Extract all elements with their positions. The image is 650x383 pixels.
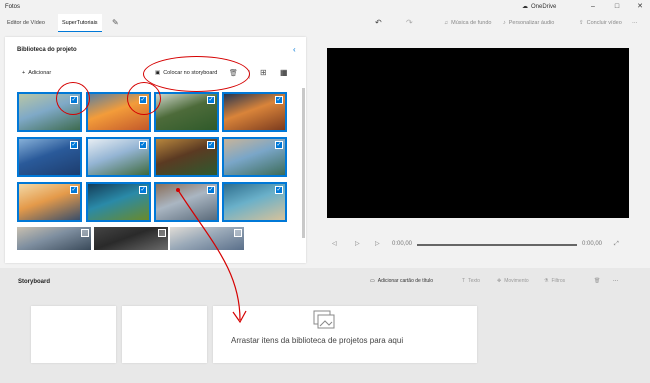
thumbnail-checkbox[interactable]: ✓ [139,141,147,149]
annotation-circle [127,82,161,115]
storyboard-slot[interactable] [31,306,116,363]
storyboard-title: Storyboard [18,279,51,285]
tab-project[interactable]: SuperTutoriais [58,14,102,32]
text-icon: T [462,278,466,284]
media-thumbnail[interactable]: ✓ [86,137,151,177]
library-title: Biblioteca do projeto [17,47,77,53]
add-label: Adicionar [28,70,52,76]
thumbnail-checkbox[interactable]: ✓ [70,141,78,149]
motion-icon: ✥ [497,278,502,284]
motion-button[interactable]: ✥ Movimento [497,278,529,284]
total-time: 0:00,00 [582,241,603,247]
rename-pencil-icon[interactable]: ✎ [112,14,119,32]
media-thumbnail[interactable]: ✓ [222,92,287,132]
filters-label: Filtros [551,278,566,284]
play-icon[interactable]: ▷ [355,238,360,250]
background-music-button[interactable]: ♫ Música de fundo [444,14,491,32]
annotation-arrow [176,188,247,324]
music-note-icon: ♫ [444,20,449,26]
tab-video-editor[interactable]: Editor de Vídeo [3,14,49,32]
title-card-icon: ▭ [370,278,375,284]
redo-icon[interactable]: ↷ [406,14,413,32]
text-button[interactable]: T Texto [462,278,480,284]
thumbnail-checkbox[interactable]: ✓ [275,186,283,194]
media-thumbnail[interactable]: ✓ [17,137,82,177]
add-button[interactable]: + Adicionar [22,70,51,76]
motion-label: Movimento [504,278,529,284]
add-title-card-button[interactable]: ▭ Adicionar cartão de título [370,278,433,284]
thumbnail-checkbox[interactable] [81,229,89,237]
annotation-circle [143,56,250,92]
app-title: Fotos [5,4,21,10]
thumbnail-checkbox[interactable]: ✓ [70,186,78,194]
media-thumbnail[interactable]: ✓ [17,182,82,222]
maximize-button[interactable]: □ [610,0,624,14]
library-scrollbar[interactable] [302,88,305,238]
collapse-panel-chevron-icon[interactable]: ‹ [293,45,296,54]
filters-icon: ⚗ [544,278,549,284]
storyboard-drop-zone[interactable]: Arrastar itens da biblioteca de projetos… [213,306,477,363]
thumbnail-checkbox[interactable]: ✓ [207,141,215,149]
progress-slider[interactable] [417,244,577,246]
onedrive-status[interactable]: ☁ OneDrive [522,0,556,14]
export-icon: ⇪ [579,20,584,26]
media-thumbnail[interactable]: ✓ [154,137,219,177]
photos-icon [313,310,335,329]
add-title-card-label: Adicionar cartão de título [377,278,434,284]
media-thumbnail[interactable]: ✓ [222,137,287,177]
small-grid-view-icon[interactable]: ▦ [280,68,288,77]
video-preview[interactable] [327,48,629,218]
text-label: Texto [468,278,481,284]
thumbnail-checkbox[interactable] [158,229,166,237]
plus-icon: + [22,70,26,76]
thumbnail-checkbox[interactable]: ✓ [139,186,147,194]
storyboard-delete-icon[interactable]: 🗑 [594,278,600,284]
background-music-label: Música de fundo [451,20,492,26]
player-controls: ◁ ▷ ▷ 0:00,00 0:00,00 ⤢ [327,238,629,250]
storyboard-more-icon[interactable]: ··· [613,278,618,284]
custom-audio-label: Personalizar áudio [508,20,555,26]
media-thumbnail[interactable] [94,227,168,250]
cloud-icon: ☁ [522,4,528,10]
thumbnail-checkbox[interactable]: ✓ [275,96,283,104]
media-thumbnail[interactable]: ✓ [86,182,151,222]
onedrive-label: OneDrive [531,4,557,10]
toolbar: Editor de Vídeo SuperTutoriais ✎ ↶ ↷ ♫ M… [0,14,650,32]
media-thumbnail[interactable]: ✓ [154,92,219,132]
finish-video-label: Concluir vídeo [586,20,622,26]
undo-icon[interactable]: ↶ [375,14,382,32]
current-time: 0:00,00 [392,241,413,247]
audio-icon: ♪ [503,20,506,26]
media-thumbnail[interactable] [17,227,91,250]
more-options-icon[interactable]: ··· [632,14,638,32]
minimize-button[interactable]: – [586,0,600,14]
close-button[interactable]: ✕ [633,0,647,14]
large-grid-view-icon[interactable]: ⊞ [260,68,267,77]
previous-frame-icon[interactable]: ◁ [332,238,337,250]
fullscreen-icon[interactable]: ⤢ [614,238,619,250]
drop-hint-text: Arrastar itens da biblioteca de projetos… [231,336,404,345]
thumbnail-checkbox[interactable]: ✓ [207,96,215,104]
thumbnail-checkbox[interactable]: ✓ [275,141,283,149]
filters-button[interactable]: ⚗ Filtros [544,278,565,284]
finish-video-button[interactable]: ⇪ Concluir vídeo [579,14,622,32]
title-bar: Fotos ☁ OneDrive – □ ✕ [0,0,650,14]
next-frame-icon[interactable]: ▷ [375,238,380,250]
annotation-circle [56,82,90,115]
custom-audio-button[interactable]: ♪ Personalizar áudio [503,14,554,32]
